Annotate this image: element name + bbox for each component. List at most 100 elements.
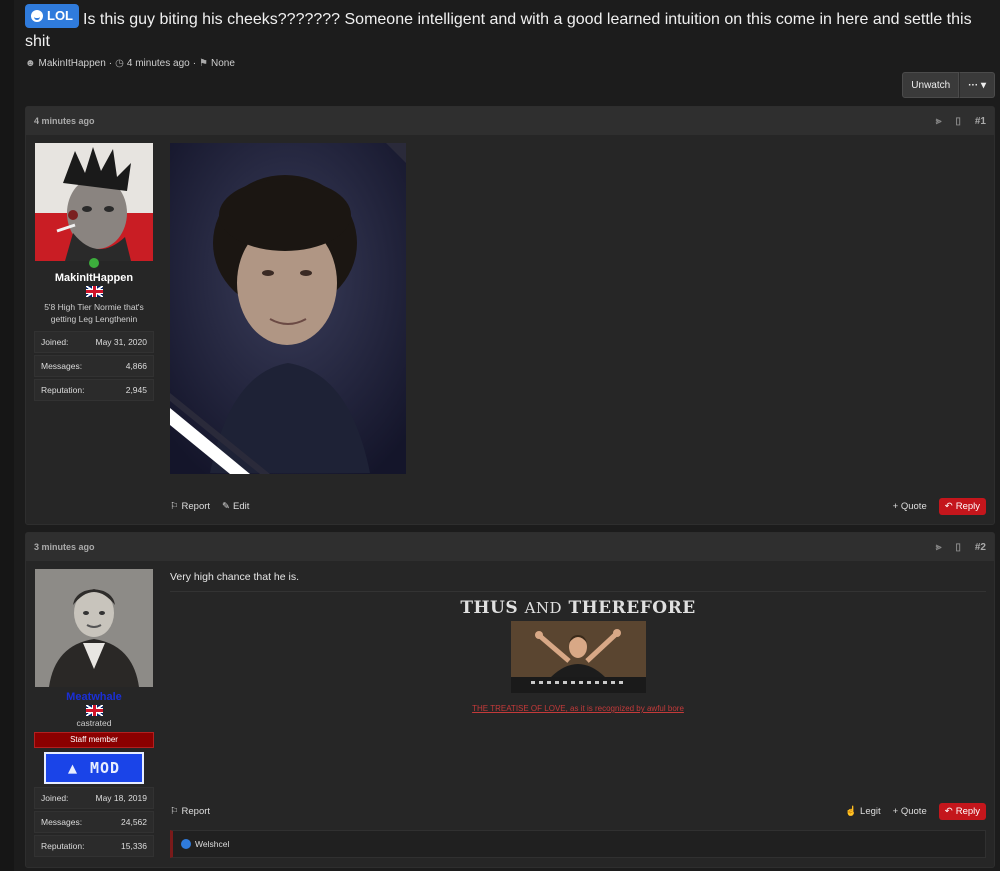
post-header: 4 minutes ago ⪢ ▯ #1	[26, 107, 994, 135]
stat-value: May 31, 2020	[95, 337, 147, 347]
report-button[interactable]: ⚐ Report	[170, 806, 210, 817]
reply-label: Reply	[955, 805, 980, 817]
signature: THUS AND THEREFORE THE TREATISE OF LOVE,…	[170, 591, 986, 713]
post-header: 3 minutes ago ⪢ ▯ #2	[26, 533, 994, 561]
stat-value: 2,945	[125, 385, 147, 395]
reply-button[interactable]: ↶ Reply	[938, 497, 986, 515]
thread-toolbar: Unwatch ··· ▾	[902, 72, 995, 98]
avatar-image	[35, 569, 153, 687]
reply-button[interactable]: ↶ Reply	[938, 802, 986, 820]
reaction-user[interactable]: Welshcel	[195, 839, 229, 849]
user-title: 5'8 High Tier Normie that's getting Leg …	[44, 302, 144, 324]
post-2: 3 minutes ago ⪢ ▯ #2 Meatwhale castrated	[25, 532, 995, 868]
bookmark-icon[interactable]: ▯	[955, 542, 961, 553]
staff-badge: Staff member	[34, 732, 154, 748]
stat-label: Messages:	[41, 817, 83, 827]
thumbs-up-icon: ☝	[845, 805, 858, 817]
quote-button[interactable]: + Quote	[893, 501, 927, 512]
stat-label: Reputation:	[41, 841, 85, 851]
legit-label: Legit	[860, 805, 881, 817]
pencil-icon: ✎	[222, 500, 231, 512]
meta-separator: ·	[108, 58, 113, 69]
user-icon: ☻	[25, 58, 36, 69]
thread-tags: None	[211, 58, 235, 69]
reply-icon: ↶	[944, 500, 953, 512]
left-edge-bar	[0, 0, 14, 871]
reactions-bar: Welshcel	[170, 830, 986, 858]
post-number[interactable]: #1	[975, 116, 986, 127]
user-info: MakinItHappen 5'8 High Tier Normie that'…	[34, 143, 154, 403]
meta-separator: ·	[192, 58, 197, 69]
post-time[interactable]: 3 minutes ago	[34, 542, 95, 552]
stat-reputation: Reputation: 2,945	[34, 379, 154, 401]
report-button[interactable]: ⚐ Report	[170, 501, 210, 512]
post-content: Very high chance that he is. THUS AND TH…	[170, 571, 986, 713]
reply-label: Reply	[955, 500, 980, 512]
username[interactable]: Meatwhale	[34, 691, 154, 703]
stat-reputation: Reputation: 15,336	[34, 835, 154, 857]
post-actions: ⚐ Report ✎ Edit + Quote ↶ Reply	[170, 496, 986, 516]
thread-header: LOL Is this guy biting his cheeks??????? …	[25, 4, 995, 69]
uk-flag-icon	[85, 705, 103, 716]
stat-joined: Joined: May 31, 2020	[34, 331, 154, 353]
thread-meta: ☻ MakinItHappen · ◷ 4 minutes ago · ⚑ No…	[25, 58, 995, 69]
post-time[interactable]: 4 minutes ago	[34, 116, 95, 126]
avatar[interactable]	[35, 143, 153, 261]
user-title: castrated	[76, 718, 112, 728]
mod-banner: ▲ MOD	[44, 752, 144, 784]
thread-age[interactable]: 4 minutes ago	[127, 58, 190, 69]
tag-icon: ⚑	[199, 58, 209, 69]
edit-label: Edit	[233, 500, 250, 512]
mod-label: MOD	[89, 759, 121, 777]
like-reaction-icon	[181, 839, 191, 849]
reply-icon: ↶	[944, 805, 953, 817]
stat-label: Joined:	[41, 793, 69, 803]
legit-button[interactable]: ☝ Legit	[845, 806, 880, 817]
uk-flag-icon	[85, 286, 103, 297]
stat-value: 4,866	[125, 361, 147, 371]
stat-label: Reputation:	[41, 385, 85, 395]
sig-word-thus: THUS	[460, 598, 519, 618]
report-label: Report	[181, 805, 211, 817]
stat-value: 15,336	[121, 841, 147, 851]
online-status-icon	[89, 258, 99, 268]
signature-image	[510, 621, 646, 693]
user-stats: Joined: May 18, 2019 Messages: 24,562 Repu…	[34, 787, 154, 857]
post-body: Very high chance that he is.	[170, 571, 299, 583]
bookmark-icon[interactable]: ▯	[955, 116, 961, 127]
prefix-badge[interactable]: LOL	[25, 4, 79, 28]
user-stats: Joined: May 31, 2020 Messages: 4,866 Reput…	[34, 331, 154, 401]
username[interactable]: MakinItHappen	[34, 272, 154, 284]
user-info: Meatwhale castrated Staff member ▲ MOD J…	[34, 569, 154, 859]
bell-icon: ⚐	[170, 500, 179, 512]
sig-word-and: AND	[524, 599, 563, 617]
prefix-label: LOL	[47, 8, 73, 23]
stat-messages: Messages: 24,562	[34, 811, 154, 833]
post-actions: ⚐ Report ☝ Legit + Quote ↶ Reply	[170, 801, 986, 821]
signature-heading: THUS AND THEREFORE	[170, 598, 986, 618]
clock-icon: ◷	[115, 58, 124, 69]
share-icon[interactable]: ⪢	[936, 542, 942, 553]
smiley-icon	[31, 10, 43, 22]
quote-button[interactable]: + Quote	[893, 806, 927, 817]
share-icon[interactable]: ⪢	[936, 116, 942, 127]
post-number[interactable]: #2	[975, 542, 986, 553]
more-options-button[interactable]: ··· ▾	[959, 72, 995, 98]
thread-title: LOL Is this guy biting his cheeks??????? …	[25, 4, 995, 53]
post-photo[interactable]	[170, 143, 406, 474]
stat-value: 24,562	[121, 817, 147, 827]
stat-label: Joined:	[41, 337, 69, 347]
post-content	[170, 143, 986, 479]
bell-icon: ⚐	[170, 805, 179, 817]
police-cap-icon: ▲	[67, 759, 78, 777]
post-1: 4 minutes ago ⪢ ▯ #1 MakinItHappen 5'8 H…	[25, 106, 995, 525]
sig-word-therefore: THEREFORE	[568, 598, 696, 618]
unwatch-button[interactable]: Unwatch	[902, 72, 960, 98]
edit-button[interactable]: ✎ Edit	[222, 501, 249, 512]
avatar-image	[35, 143, 153, 261]
report-label: Report	[181, 500, 211, 512]
thread-title-text: Is this guy biting his cheeks??????? Som…	[25, 11, 972, 50]
avatar[interactable]	[35, 569, 153, 687]
thread-author[interactable]: MakinItHappen	[39, 58, 106, 69]
signature-link[interactable]: THE TREATISE OF LOVE, as it is recognize…	[170, 704, 986, 713]
